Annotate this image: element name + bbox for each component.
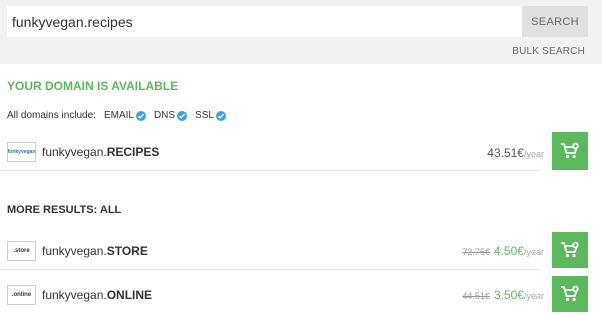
search-input-value: funkyvegan.recipes: [12, 13, 133, 30]
bulk-search-link[interactable]: BULK SEARCH: [512, 46, 585, 57]
check-badge-icon: [215, 110, 226, 121]
included-features: All domains include: EMAIL DNS SSL: [7, 110, 226, 121]
add-to-cart-button[interactable]: [552, 276, 588, 312]
feature-dns: DNS: [154, 110, 188, 121]
includes-label: All domains include:: [7, 110, 96, 121]
domain-result-row: .online funkyvegan.ONLINE 44.51€ 3.50€/ye…: [0, 276, 602, 312]
add-cart-icon: [561, 241, 579, 258]
domain-name: funkyvegan.RECIPES: [42, 145, 160, 159]
domain-logo: .online: [7, 285, 36, 305]
availability-heading: YOUR DOMAIN IS AVAILABLE: [7, 79, 179, 93]
add-cart-icon: [561, 142, 579, 159]
domain-result-row: .store funkyvegan.STORE 72.75€ 4.50€/year: [0, 232, 602, 268]
domain-result-row: funkyvegan funkyvegan.RECIPES 43.51€/yea…: [0, 132, 602, 170]
domain-price: 43.51€/year: [487, 146, 544, 160]
row-divider: [0, 269, 540, 270]
domain-name: funkyvegan.ONLINE: [42, 288, 153, 302]
domain-name: funkyvegan.STORE: [42, 244, 148, 258]
search-bar: funkyvegan.recipes SEARCH BULK SEARCH: [0, 0, 602, 64]
more-results-heading: MORE RESULTS: ALL: [7, 204, 122, 216]
check-badge-icon: [177, 110, 188, 121]
search-button[interactable]: SEARCH: [522, 6, 588, 37]
add-cart-icon: [561, 285, 579, 302]
row-divider: [0, 170, 540, 171]
feature-email: EMAIL: [104, 110, 146, 121]
add-to-cart-button[interactable]: [552, 132, 588, 170]
search-input[interactable]: funkyvegan.recipes: [7, 6, 522, 37]
feature-ssl: SSL: [195, 110, 226, 121]
domain-price: 44.51€ 3.50€/year: [462, 288, 544, 302]
domain-price: 72.75€ 4.50€/year: [462, 244, 544, 258]
add-to-cart-button[interactable]: [552, 232, 588, 268]
check-badge-icon: [135, 110, 146, 121]
domain-logo: funkyvegan: [7, 142, 36, 162]
domain-logo: .store: [7, 241, 36, 261]
